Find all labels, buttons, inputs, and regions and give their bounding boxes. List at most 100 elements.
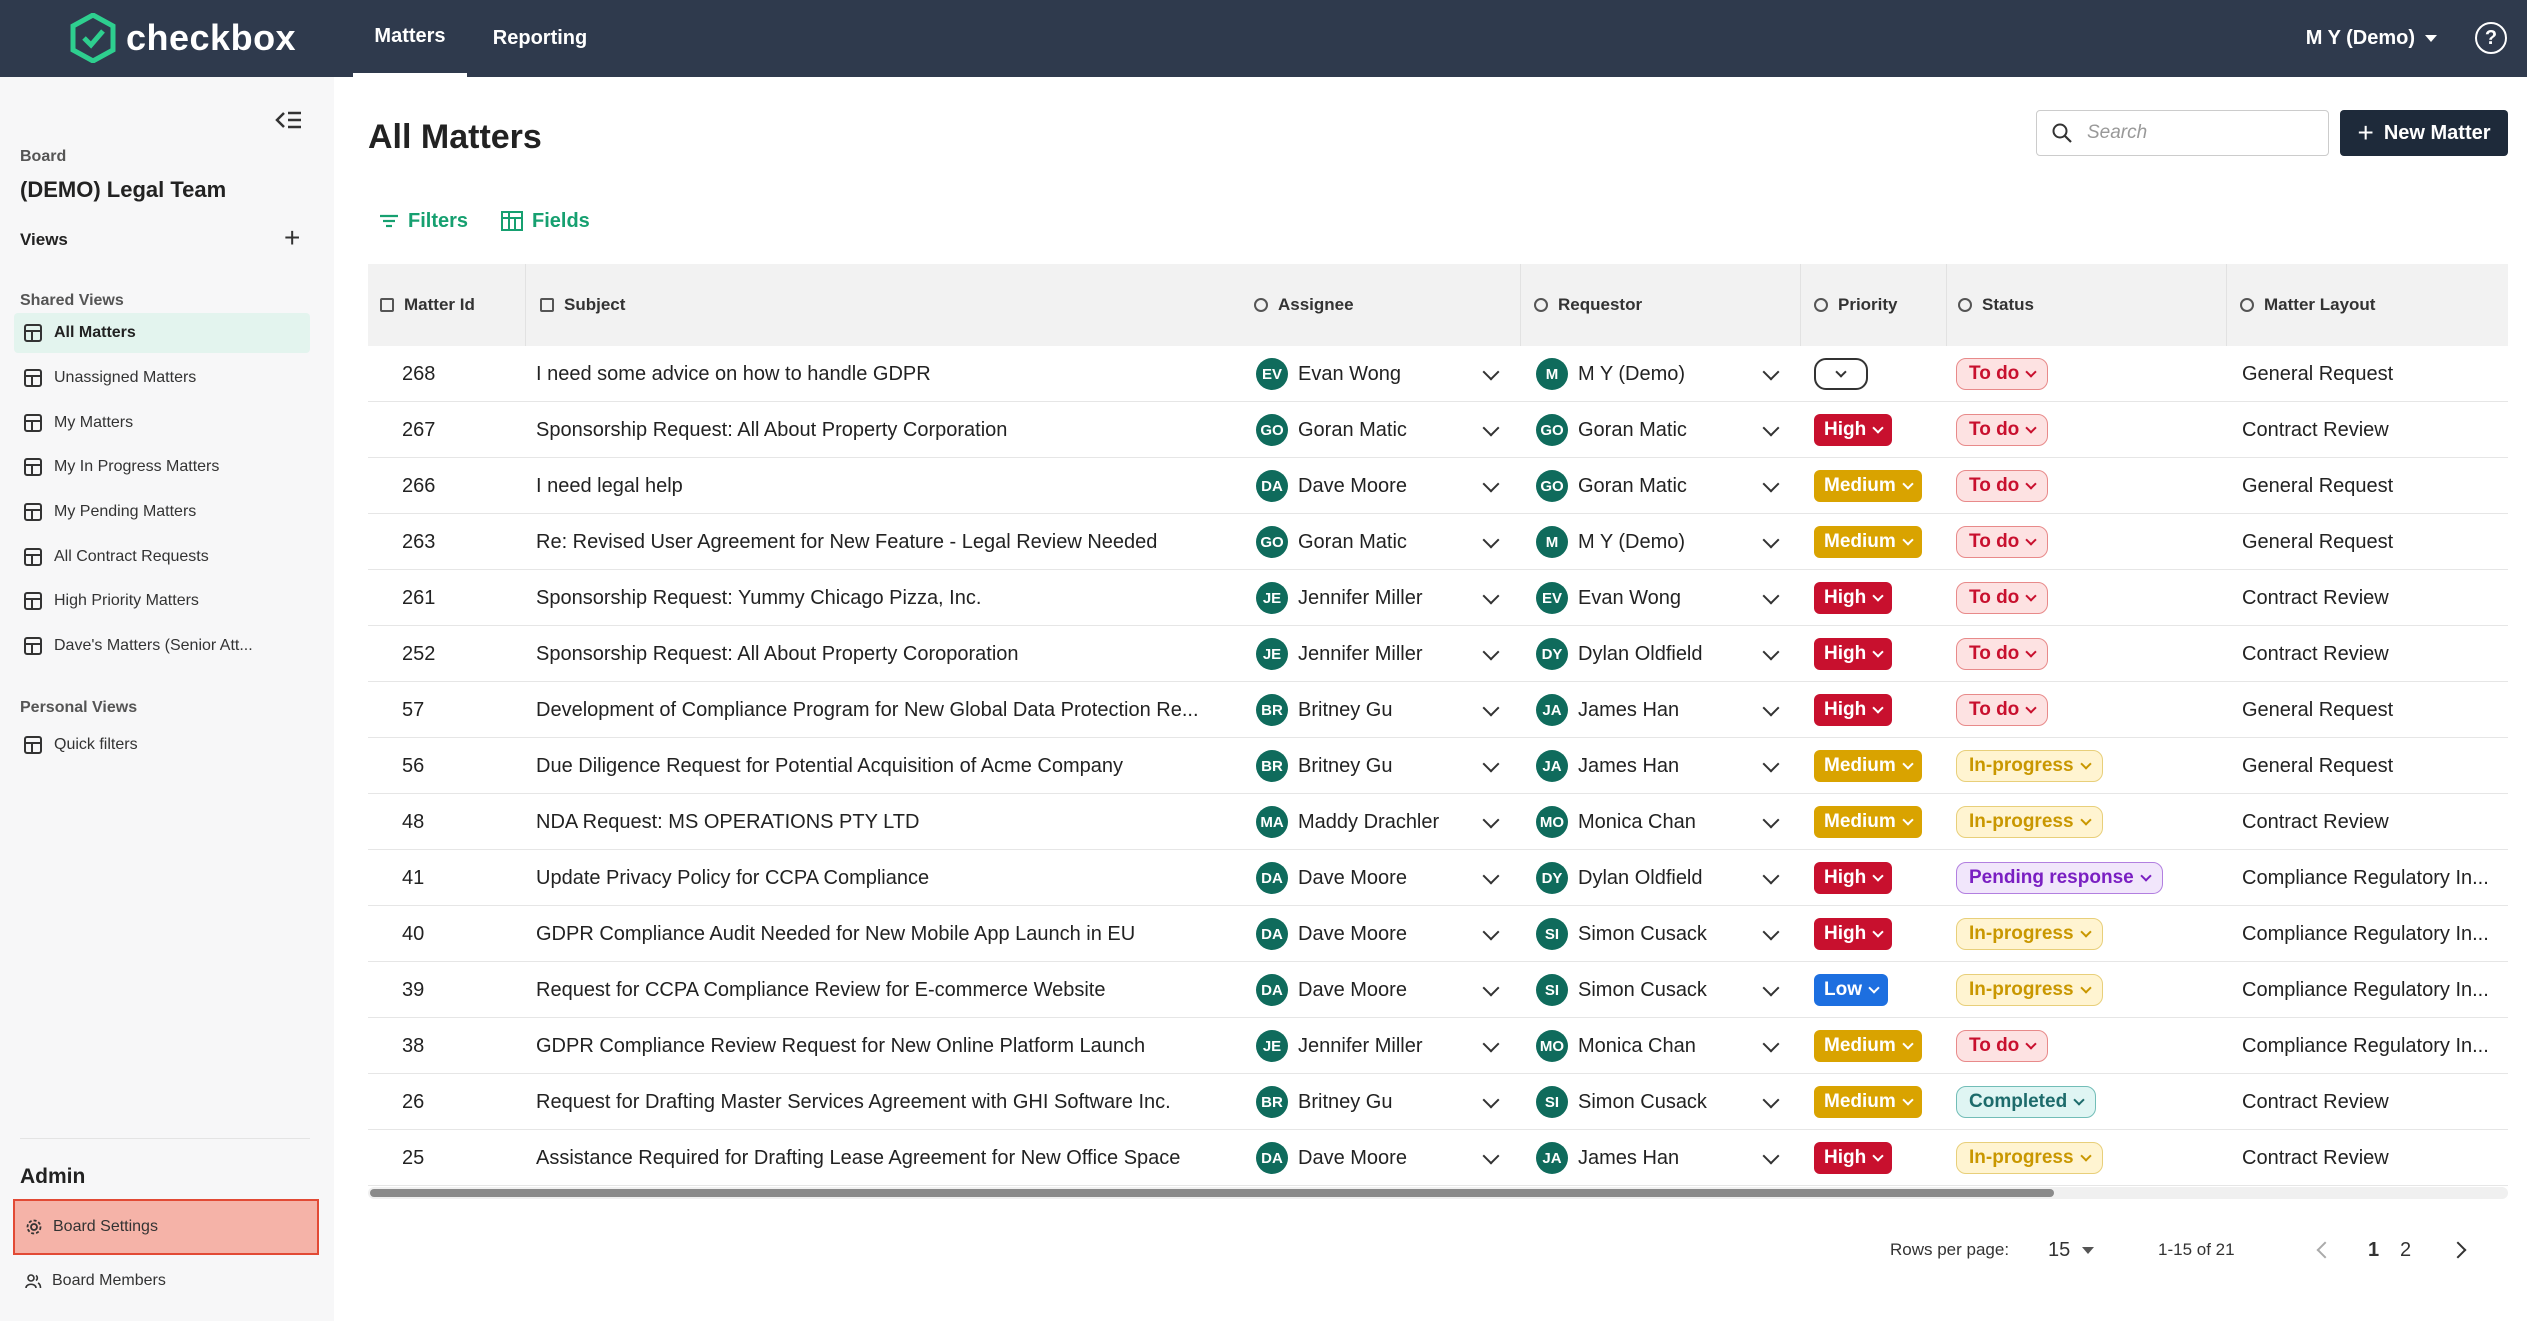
- assignee-cell[interactable]: BR Britney Gu: [1256, 1074, 1486, 1130]
- requestor-cell[interactable]: MO Monica Chan: [1536, 794, 1766, 850]
- priority-select[interactable]: Low: [1814, 974, 1888, 1006]
- requestor-cell[interactable]: EV Evan Wong: [1536, 570, 1766, 626]
- priority-select-empty[interactable]: [1814, 358, 1868, 390]
- matter-layout[interactable]: Contract Review: [2242, 794, 2504, 850]
- assignee-dropdown-chevron-icon[interactable]: [1481, 1092, 1501, 1112]
- requestor-cell[interactable]: M M Y (Demo): [1536, 514, 1766, 570]
- assignee-cell[interactable]: BR Britney Gu: [1256, 738, 1486, 794]
- requestor-dropdown-chevron-icon[interactable]: [1761, 812, 1781, 832]
- requestor-dropdown-chevron-icon[interactable]: [1761, 756, 1781, 776]
- table-row[interactable]: 26 Request for Drafting Master Services …: [368, 1074, 2508, 1130]
- matter-id[interactable]: 252: [402, 626, 522, 682]
- priority-select[interactable]: Medium: [1814, 1030, 1922, 1062]
- priority-select[interactable]: High: [1814, 414, 1893, 446]
- requestor-dropdown-chevron-icon[interactable]: [1761, 700, 1781, 720]
- matter-subject[interactable]: Re: Revised User Agreement for New Featu…: [536, 514, 1256, 570]
- matter-layout[interactable]: Contract Review: [2242, 626, 2504, 682]
- table-row[interactable]: 48 NDA Request: MS OPERATIONS PTY LTD MA…: [368, 794, 2508, 850]
- next-page-icon[interactable]: [2450, 1240, 2470, 1260]
- tab-matters[interactable]: Matters: [353, 0, 467, 77]
- priority-select[interactable]: Medium: [1814, 750, 1922, 782]
- page-2-button[interactable]: 2: [2400, 1232, 2411, 1268]
- matter-id[interactable]: 263: [402, 514, 522, 570]
- status-select[interactable]: To do: [1956, 694, 2049, 726]
- board-settings-item[interactable]: Board Settings: [13, 1199, 319, 1255]
- assignee-cell[interactable]: JE Jennifer Miller: [1256, 626, 1486, 682]
- search-box[interactable]: [2036, 110, 2329, 156]
- checkbox-logo[interactable]: checkbox: [70, 12, 296, 64]
- status-select[interactable]: To do: [1956, 582, 2049, 614]
- requestor-dropdown-chevron-icon[interactable]: [1761, 644, 1781, 664]
- fields-button[interactable]: Fields: [500, 207, 590, 235]
- matter-layout[interactable]: Contract Review: [2242, 1074, 2504, 1130]
- rows-per-page-select[interactable]: 15: [2048, 1232, 2095, 1268]
- previous-page-icon[interactable]: [2314, 1240, 2334, 1260]
- table-row[interactable]: 56 Due Diligence Request for Potential A…: [368, 738, 2508, 794]
- table-row[interactable]: 263 Re: Revised User Agreement for New F…: [368, 514, 2508, 570]
- matter-layout[interactable]: Compliance Regulatory In...: [2242, 1018, 2504, 1074]
- collapse-sidebar-icon[interactable]: [273, 107, 305, 133]
- requestor-cell[interactable]: GO Goran Matic: [1536, 402, 1766, 458]
- assignee-dropdown-chevron-icon[interactable]: [1481, 812, 1501, 832]
- sidebar-item-my-in-progress-matters[interactable]: My In Progress Matters: [14, 447, 310, 487]
- matter-subject[interactable]: I need some advice on how to handle GDPR: [536, 346, 1256, 402]
- assignee-cell[interactable]: GO Goran Matic: [1256, 514, 1486, 570]
- horizontal-scrollbar-thumb[interactable]: [370, 1189, 2054, 1197]
- matter-id[interactable]: 267: [402, 402, 522, 458]
- requestor-cell[interactable]: DY Dylan Oldfield: [1536, 850, 1766, 906]
- status-select[interactable]: To do: [1956, 414, 2049, 446]
- priority-select[interactable]: High: [1814, 1142, 1893, 1174]
- assignee-dropdown-chevron-icon[interactable]: [1481, 924, 1501, 944]
- assignee-dropdown-chevron-icon[interactable]: [1481, 644, 1501, 664]
- matter-id[interactable]: 26: [402, 1074, 522, 1130]
- status-select[interactable]: To do: [1956, 470, 2049, 502]
- table-row[interactable]: 40 GDPR Compliance Audit Needed for New …: [368, 906, 2508, 962]
- table-row[interactable]: 25 Assistance Required for Drafting Leas…: [368, 1130, 2508, 1186]
- priority-select[interactable]: Medium: [1814, 1086, 1922, 1118]
- column-header-status[interactable]: Status: [1958, 264, 2034, 346]
- requestor-dropdown-chevron-icon[interactable]: [1761, 364, 1781, 384]
- assignee-dropdown-chevron-icon[interactable]: [1481, 420, 1501, 440]
- assignee-cell[interactable]: JE Jennifer Miller: [1256, 570, 1486, 626]
- status-select[interactable]: In-progress: [1956, 806, 2103, 838]
- matter-id[interactable]: 268: [402, 346, 522, 402]
- status-select[interactable]: To do: [1956, 638, 2049, 670]
- priority-select[interactable]: High: [1814, 582, 1893, 614]
- assignee-cell[interactable]: EV Evan Wong: [1256, 346, 1486, 402]
- board-members-item[interactable]: Board Members: [14, 1261, 166, 1301]
- table-row[interactable]: 268 I need some advice on how to handle …: [368, 346, 2508, 402]
- status-select[interactable]: Completed: [1956, 1086, 2097, 1118]
- matter-layout[interactable]: Compliance Regulatory In...: [2242, 850, 2504, 906]
- matter-subject[interactable]: Due Diligence Request for Potential Acqu…: [536, 738, 1256, 794]
- assignee-dropdown-chevron-icon[interactable]: [1481, 588, 1501, 608]
- column-header-assignee[interactable]: Assignee: [1254, 264, 1354, 346]
- status-select[interactable]: In-progress: [1956, 1142, 2103, 1174]
- assignee-cell[interactable]: BR Britney Gu: [1256, 682, 1486, 738]
- priority-select[interactable]: High: [1814, 638, 1893, 670]
- requestor-dropdown-chevron-icon[interactable]: [1761, 924, 1781, 944]
- sidebar-item-all-contract-requests[interactable]: All Contract Requests: [14, 537, 310, 577]
- matter-id[interactable]: 40: [402, 906, 522, 962]
- help-icon[interactable]: ?: [2475, 22, 2507, 54]
- priority-select[interactable]: High: [1814, 918, 1893, 950]
- requestor-dropdown-chevron-icon[interactable]: [1761, 532, 1781, 552]
- assignee-cell[interactable]: DA Dave Moore: [1256, 906, 1486, 962]
- matter-layout[interactable]: Contract Review: [2242, 570, 2504, 626]
- matter-layout[interactable]: General Request: [2242, 458, 2504, 514]
- requestor-cell[interactable]: DY Dylan Oldfield: [1536, 626, 1766, 682]
- matter-subject[interactable]: Sponsorship Request: All About Property …: [536, 626, 1256, 682]
- assignee-dropdown-chevron-icon[interactable]: [1481, 1036, 1501, 1056]
- table-row[interactable]: 261 Sponsorship Request: Yummy Chicago P…: [368, 570, 2508, 626]
- status-select[interactable]: To do: [1956, 1030, 2049, 1062]
- filters-button[interactable]: Filters: [378, 207, 468, 235]
- table-row[interactable]: 39 Request for CCPA Compliance Review fo…: [368, 962, 2508, 1018]
- sidebar-item-quick-filters[interactable]: Quick filters: [14, 725, 310, 765]
- matter-layout[interactable]: General Request: [2242, 514, 2504, 570]
- table-row[interactable]: 267 Sponsorship Request: All About Prope…: [368, 402, 2508, 458]
- priority-select[interactable]: Medium: [1814, 470, 1922, 502]
- priority-select[interactable]: Medium: [1814, 526, 1922, 558]
- sidebar-item-unassigned-matters[interactable]: Unassigned Matters: [14, 358, 310, 398]
- requestor-cell[interactable]: JA James Han: [1536, 682, 1766, 738]
- matter-layout[interactable]: Contract Review: [2242, 1130, 2504, 1186]
- table-row[interactable]: 266 I need legal help DA Dave Moore GO G…: [368, 458, 2508, 514]
